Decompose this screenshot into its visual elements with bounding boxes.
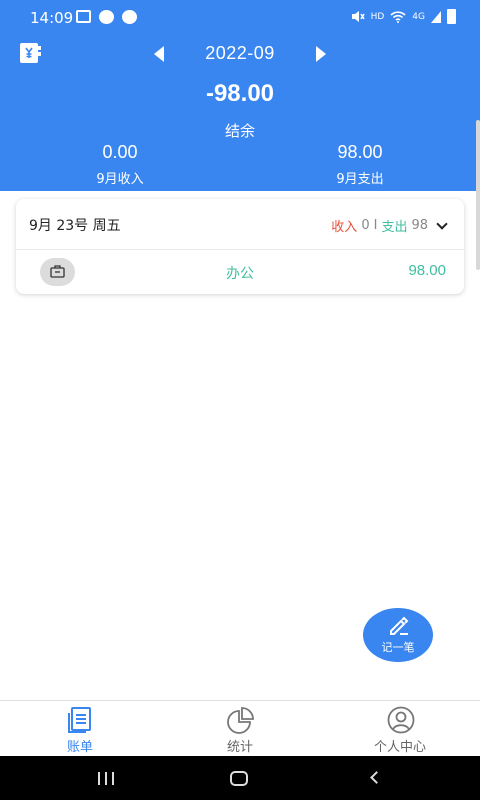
bill-icon <box>68 707 91 733</box>
battery-icon <box>447 9 456 24</box>
record-category: 办公 <box>226 266 254 282</box>
notification-icons <box>76 10 137 24</box>
add-record-button[interactable]: 记一笔 <box>363 608 433 662</box>
signal-icon <box>431 10 441 23</box>
back-icon[interactable] <box>370 771 383 784</box>
network-label: 4G <box>412 11 425 22</box>
day-expense-value: 98 <box>411 218 428 233</box>
record-amount: 98.00 <box>408 262 446 279</box>
day-card-header[interactable]: 9月 23号 周五 收入 0 I 支出 98 <box>16 199 464 250</box>
system-status-icons: HD 4G <box>351 9 456 24</box>
status-bar: 14:09 HD 4G <box>0 0 480 36</box>
expense-label: 9月支出 <box>336 172 384 187</box>
monthly-income: 0.00 9月收入 <box>40 140 200 187</box>
previous-month-icon[interactable] <box>154 46 164 62</box>
gallery-icon <box>76 10 91 23</box>
briefcase-icon <box>40 258 75 286</box>
day-income-label: 收入 <box>331 220 358 235</box>
tab-bill-label: 账单 <box>66 740 93 755</box>
tab-statistics-label: 统计 <box>226 740 253 755</box>
add-record-label: 记一笔 <box>381 641 415 654</box>
pie-chart-icon <box>227 707 254 734</box>
day-stats: 收入 0 I 支出 98 <box>331 216 448 235</box>
app-notification-icon <box>122 10 137 24</box>
next-month-icon[interactable] <box>316 46 326 62</box>
scrollbar[interactable] <box>476 120 480 270</box>
wifi-icon <box>390 10 406 23</box>
day-date: 9月 23号 周五 <box>29 218 121 234</box>
stats-separator: I <box>373 218 378 233</box>
tab-profile[interactable]: 个人中心 <box>350 701 450 757</box>
mute-icon <box>351 11 365 22</box>
recent-apps-icon[interactable] <box>98 772 114 785</box>
day-income-value: 0 <box>361 218 370 233</box>
user-icon <box>387 706 415 734</box>
tab-profile-label: 个人中心 <box>373 740 426 755</box>
tab-bill[interactable]: 账单 <box>30 701 130 757</box>
current-month[interactable]: 2022-09 <box>205 43 275 63</box>
month-navigator: 2022-09 <box>0 40 480 66</box>
day-expense-label: 支出 <box>381 220 408 235</box>
income-value: 0.00 <box>102 142 138 162</box>
pencil-icon <box>390 616 409 635</box>
home-icon[interactable] <box>230 771 248 786</box>
hd-label: HD <box>370 11 385 22</box>
system-navigation-bar <box>0 756 480 800</box>
tab-statistics[interactable]: 统计 <box>190 701 290 757</box>
status-time: 14:09 <box>30 9 74 27</box>
day-record-card: 9月 23号 周五 收入 0 I 支出 98 办公 98.00 <box>16 199 464 294</box>
monthly-expense: 98.00 9月支出 <box>280 140 440 187</box>
income-label: 9月收入 <box>96 172 144 187</box>
record-item[interactable]: 办公 98.00 <box>16 250 464 294</box>
expense-value: 98.00 <box>337 142 383 162</box>
bottom-navigation: 账单 统计 个人中心 <box>0 700 480 756</box>
summary-header: 2022-09 -98.00 结余 0.00 9月收入 98.00 9月支出 <box>0 36 480 191</box>
app-notification-icon <box>99 10 114 24</box>
balance-amount: -98.00 <box>205 80 275 107</box>
chevron-down-icon[interactable] <box>436 217 448 230</box>
balance-label: 结余 <box>224 122 255 140</box>
